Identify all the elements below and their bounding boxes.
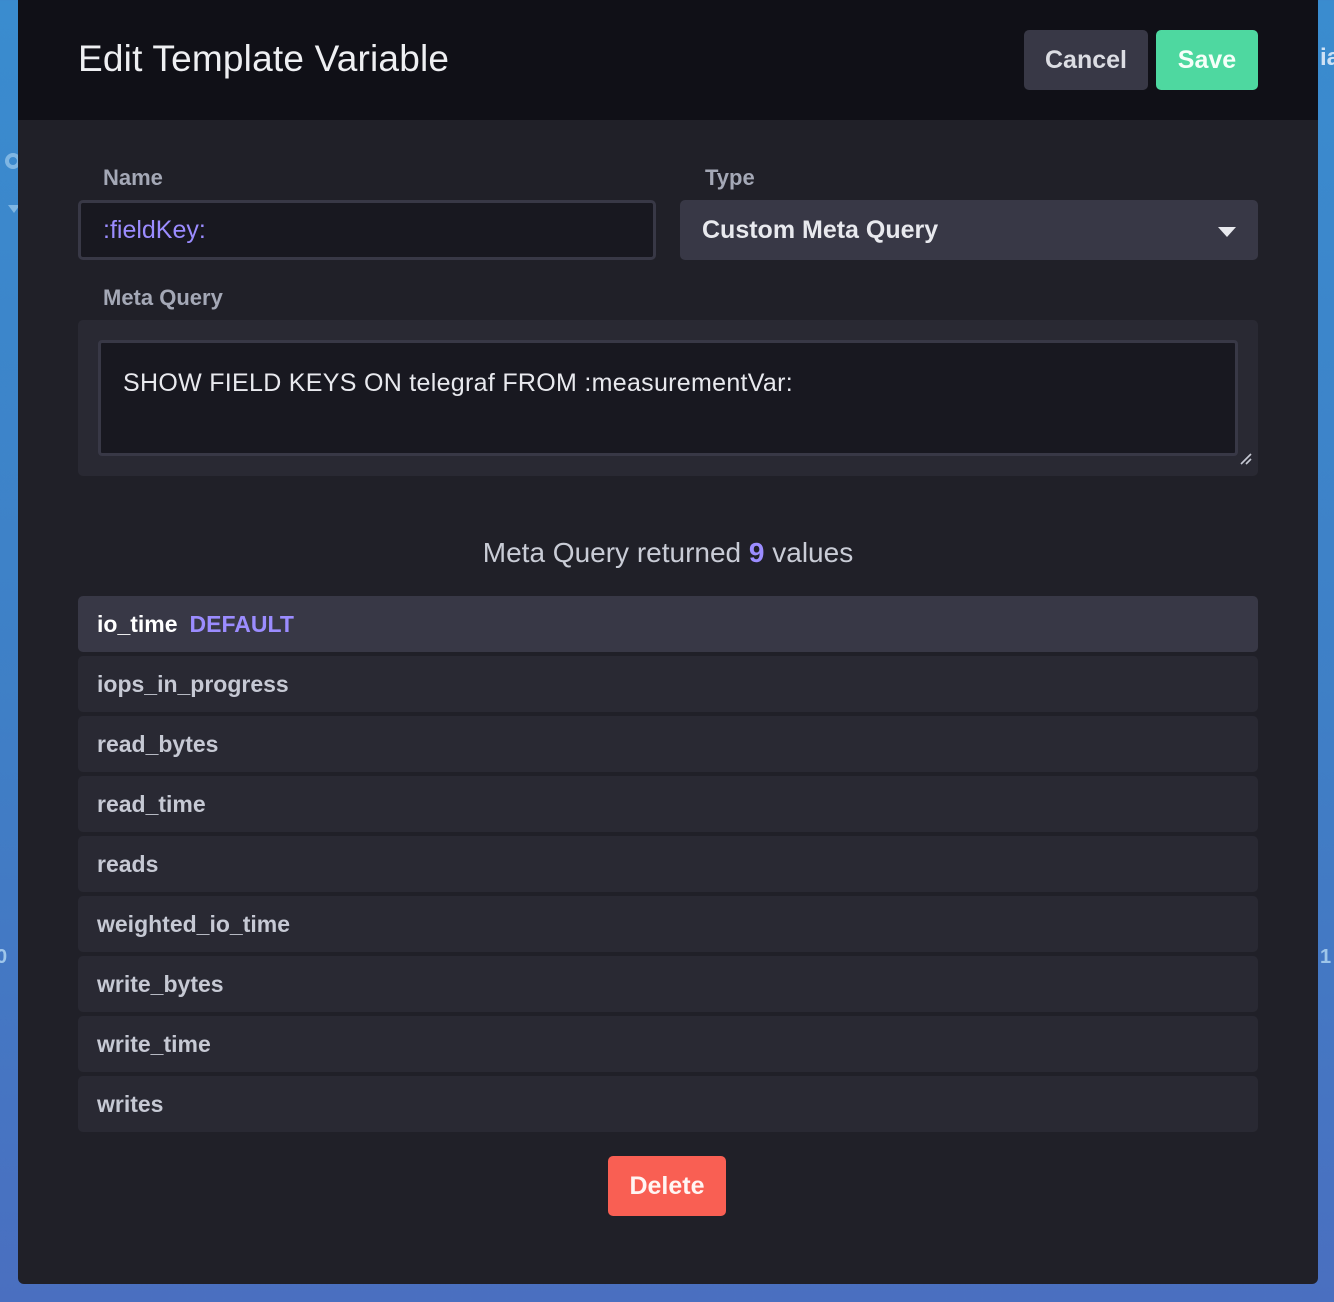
list-item-label: io_time [97,610,178,637]
list-item[interactable]: reads [78,836,1258,892]
background-axis-tick: 1 [1320,946,1332,968]
list-item-label: read_time [97,790,206,817]
delete-button[interactable]: Delete [608,1156,726,1216]
name-label: Name [103,165,163,190]
list-item[interactable]: write_time [78,1016,1258,1072]
list-item-label: write_bytes [97,970,224,997]
type-dropdown[interactable]: Custom Meta Query [680,200,1258,260]
cancel-button[interactable]: Cancel [1024,30,1148,90]
result-summary-suffix: values [772,537,854,568]
value-list: io_time DEFAULT iops_in_progress read_by… [78,596,1258,1136]
background-partial-label: ia [1320,44,1334,71]
list-item-label: read_bytes [97,730,219,757]
list-item[interactable]: iops_in_progress [78,656,1258,712]
chevron-down-icon [1218,224,1236,242]
meta-query-container: SHOW FIELD KEYS ON telegraf FROM :measur… [78,320,1258,476]
modal-header: Edit Template Variable Cancel Save [18,0,1318,120]
modal-title: Edit Template Variable [78,38,450,79]
list-item[interactable]: write_bytes [78,956,1258,1012]
list-item-label: writes [97,1090,164,1117]
resize-handle-icon[interactable] [1238,451,1252,470]
save-button[interactable]: Save [1156,30,1258,90]
name-input[interactable] [78,200,656,260]
list-item[interactable]: weighted_io_time [78,896,1258,952]
list-item-label: weighted_io_time [97,910,290,937]
result-summary-prefix: Meta Query returned [482,537,742,568]
list-item[interactable]: read_time [78,776,1258,832]
default-badge: DEFAULT [189,610,294,637]
list-item[interactable]: io_time DEFAULT [78,596,1258,652]
list-item-label: write_time [97,1030,211,1057]
type-label: Type [705,165,755,190]
list-item-label: reads [97,850,159,877]
result-count: 9 [748,537,765,568]
background-axis-tick: 0 [0,946,8,968]
list-item[interactable]: read_bytes [78,716,1258,772]
edit-template-variable-modal: Edit Template Variable Cancel Save Name … [18,0,1318,1284]
result-summary: Meta Query returned 9 values [18,537,1318,569]
type-selected-value: Custom Meta Query [702,215,939,244]
list-item-label: iops_in_progress [97,670,289,697]
meta-query-label: Meta Query [103,285,223,310]
list-item[interactable]: writes [78,1076,1258,1132]
meta-query-textarea[interactable]: SHOW FIELD KEYS ON telegraf FROM :measur… [98,340,1238,456]
